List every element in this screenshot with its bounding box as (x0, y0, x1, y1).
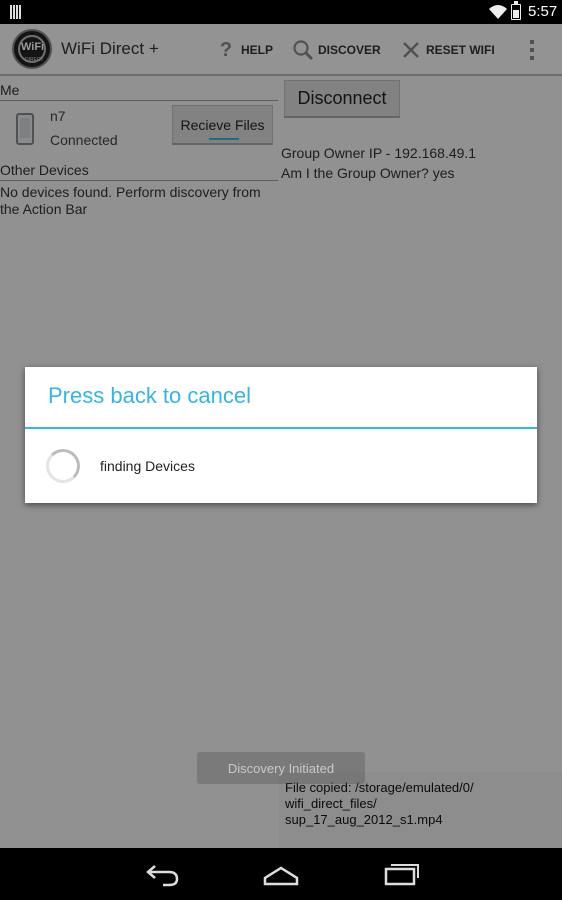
notification-icon (10, 5, 22, 19)
dialog-title-divider (25, 427, 537, 429)
wifi-icon (489, 5, 507, 19)
navigation-bar (0, 848, 562, 900)
toast-message: Discovery Initiated (197, 752, 365, 784)
home-icon[interactable] (261, 860, 301, 888)
status-bar: 5:57 (0, 0, 562, 24)
back-icon[interactable] (141, 860, 181, 888)
progress-spinner-icon (46, 449, 80, 483)
battery-icon (511, 1, 521, 20)
dialog-title: Press back to cancel (48, 383, 251, 408)
recent-apps-icon[interactable] (381, 860, 421, 888)
progress-dialog: Press back to cancel finding Devices (25, 367, 537, 503)
clock: 5:57 (528, 3, 558, 20)
dialog-message: finding Devices (100, 458, 195, 474)
